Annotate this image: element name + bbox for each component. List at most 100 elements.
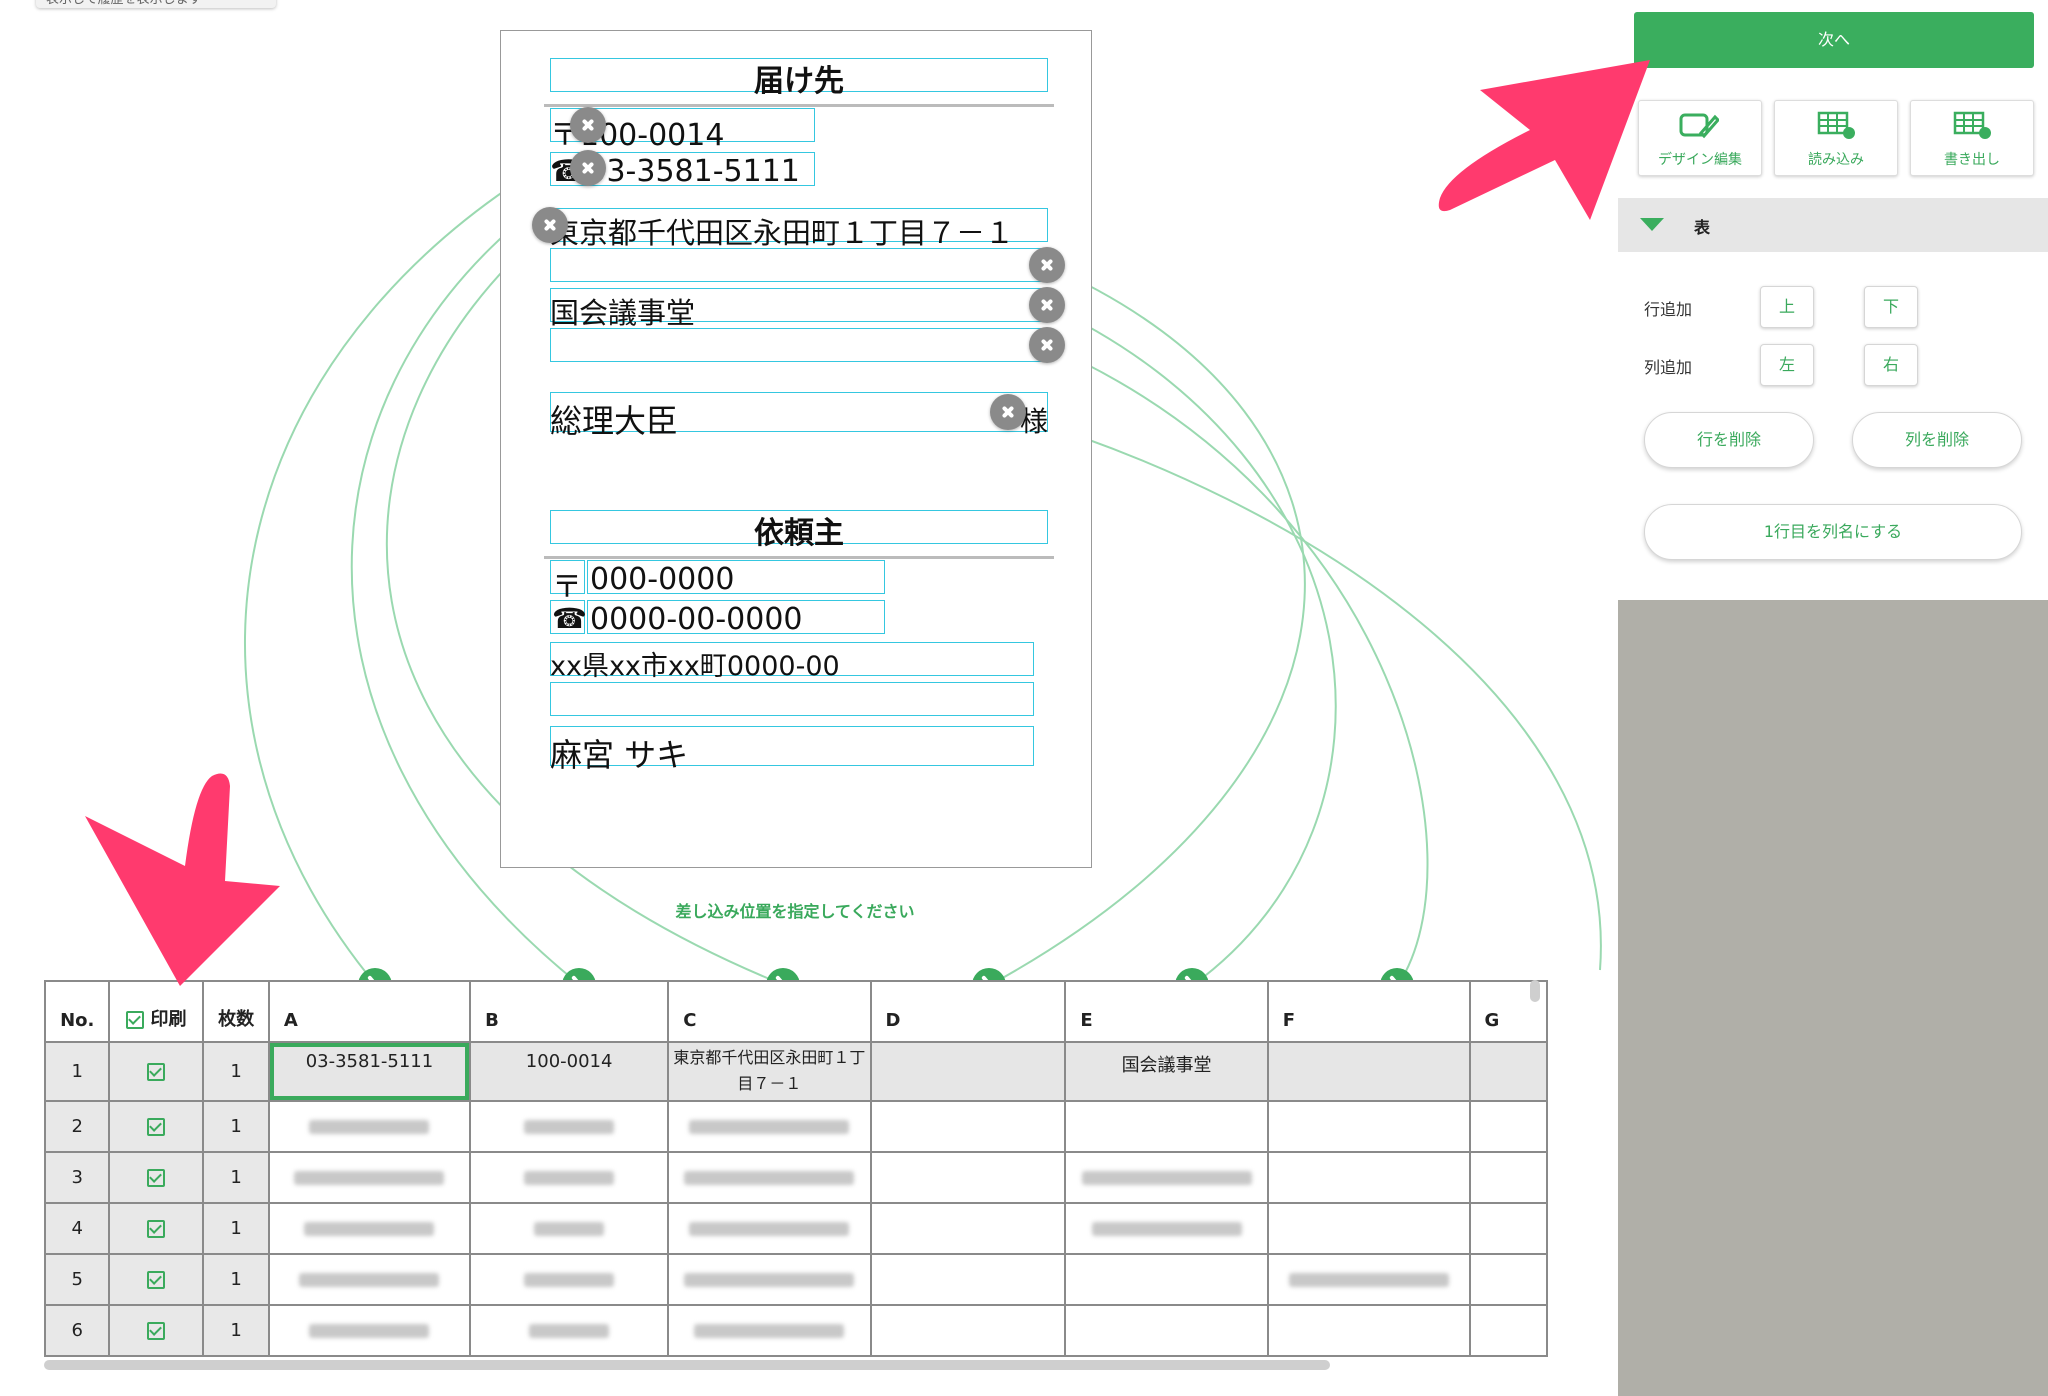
print-checkbox-icon[interactable] bbox=[147, 1271, 166, 1289]
print-checkbox-cell[interactable] bbox=[108, 1151, 205, 1204]
print-checkbox-cell[interactable] bbox=[108, 1041, 205, 1102]
empty-cell[interactable] bbox=[1064, 1304, 1269, 1357]
remove-company-mapping-icon[interactable] bbox=[1029, 287, 1065, 323]
add-row-below-button[interactable]: 下 bbox=[1864, 286, 1918, 328]
row-number: 6 bbox=[44, 1304, 111, 1357]
cell-g1[interactable] bbox=[1468, 1041, 1548, 1102]
blurred-cell[interactable] bbox=[469, 1304, 670, 1357]
remove-building-mapping-icon[interactable] bbox=[1029, 247, 1065, 283]
empty-cell[interactable] bbox=[1468, 1304, 1548, 1357]
print-checkbox-icon[interactable] bbox=[147, 1169, 166, 1187]
count-cell[interactable]: 1 bbox=[202, 1100, 270, 1153]
blurred-cell[interactable] bbox=[267, 1100, 472, 1153]
count-cell[interactable]: 1 bbox=[202, 1202, 270, 1255]
empty-cell[interactable] bbox=[1064, 1253, 1269, 1306]
header-col-e[interactable]: E bbox=[1064, 980, 1269, 1043]
blurred-cell[interactable] bbox=[469, 1100, 670, 1153]
recipient-building-field[interactable] bbox=[550, 248, 1048, 282]
blurred-cell[interactable] bbox=[1064, 1151, 1269, 1204]
blurred-cell[interactable] bbox=[469, 1253, 670, 1306]
header-col-f[interactable]: F bbox=[1266, 980, 1471, 1043]
empty-cell[interactable] bbox=[1468, 1100, 1548, 1153]
empty-cell[interactable] bbox=[1266, 1151, 1471, 1204]
recipient-dept-field[interactable] bbox=[550, 328, 1048, 362]
delete-row-button[interactable]: 行を削除 bbox=[1644, 412, 1814, 468]
empty-cell[interactable] bbox=[1266, 1100, 1471, 1153]
table-row[interactable]: 4 1 bbox=[44, 1202, 1548, 1255]
cell-d1[interactable] bbox=[869, 1041, 1067, 1102]
add-row-above-button[interactable]: 上 bbox=[1760, 286, 1814, 328]
delete-column-button[interactable]: 列を削除 bbox=[1852, 412, 2022, 468]
grid-vertical-scrollbar[interactable] bbox=[1530, 980, 1540, 1002]
empty-cell[interactable] bbox=[1064, 1100, 1269, 1153]
cell-b1[interactable]: 100-0014 bbox=[469, 1041, 670, 1102]
table-row[interactable]: 2 1 bbox=[44, 1100, 1548, 1153]
empty-cell[interactable] bbox=[1468, 1253, 1548, 1306]
empty-cell[interactable] bbox=[1468, 1151, 1548, 1204]
cell-e1[interactable]: 国会議事堂 bbox=[1064, 1041, 1269, 1102]
data-grid[interactable]: No. 印刷 枚数 A B C D E F G 1 1 03-3581-5111… bbox=[44, 980, 1548, 1376]
remove-phone-mapping-icon[interactable] bbox=[570, 150, 606, 186]
print-checkbox-icon[interactable] bbox=[147, 1118, 166, 1136]
blurred-cell[interactable] bbox=[1064, 1202, 1269, 1255]
cell-c1[interactable]: 東京都千代田区永田町１丁目７－１ bbox=[667, 1041, 872, 1102]
print-checkbox-cell[interactable] bbox=[108, 1253, 205, 1306]
table-row[interactable]: 6 1 bbox=[44, 1304, 1548, 1357]
blurred-cell[interactable] bbox=[1266, 1253, 1471, 1306]
blurred-cell[interactable] bbox=[469, 1202, 670, 1255]
header-col-b[interactable]: B bbox=[469, 980, 670, 1043]
add-column-left-button[interactable]: 左 bbox=[1760, 344, 1814, 386]
sender-building-field[interactable] bbox=[550, 682, 1034, 716]
header-col-d[interactable]: D bbox=[869, 980, 1067, 1043]
export-button[interactable]: 書き出し bbox=[1910, 100, 2034, 176]
count-cell[interactable]: 1 bbox=[202, 1253, 270, 1306]
blurred-cell[interactable] bbox=[469, 1151, 670, 1204]
empty-cell[interactable] bbox=[869, 1304, 1067, 1357]
blurred-cell[interactable] bbox=[667, 1202, 872, 1255]
remove-address-mapping-icon[interactable] bbox=[532, 207, 568, 243]
count-cell[interactable]: 1 bbox=[202, 1304, 270, 1357]
table-section-header[interactable] bbox=[1618, 198, 2048, 252]
import-button[interactable]: 読み込み bbox=[1774, 100, 1898, 176]
blurred-cell[interactable] bbox=[667, 1151, 872, 1204]
print-checkbox-cell[interactable] bbox=[108, 1100, 205, 1153]
remove-postal-mapping-icon[interactable] bbox=[570, 107, 606, 143]
first-row-as-header-button[interactable]: 1行目を列名にする bbox=[1644, 504, 2022, 560]
empty-cell[interactable] bbox=[869, 1202, 1067, 1255]
empty-cell[interactable] bbox=[869, 1100, 1067, 1153]
remove-name-mapping-icon[interactable] bbox=[990, 394, 1026, 430]
table-row[interactable]: 3 1 bbox=[44, 1151, 1548, 1204]
print-checkbox-icon[interactable] bbox=[147, 1063, 166, 1081]
blurred-cell[interactable] bbox=[267, 1304, 472, 1357]
blurred-cell[interactable] bbox=[267, 1151, 472, 1204]
next-button[interactable]: 次へ bbox=[1634, 12, 2034, 68]
blurred-cell[interactable] bbox=[267, 1202, 472, 1255]
blurred-cell[interactable] bbox=[267, 1253, 472, 1306]
print-checkbox-icon[interactable] bbox=[147, 1220, 166, 1238]
empty-cell[interactable] bbox=[869, 1253, 1067, 1306]
count-cell[interactable]: 1 bbox=[202, 1151, 270, 1204]
empty-cell[interactable] bbox=[1468, 1202, 1548, 1255]
print-checkbox-icon[interactable] bbox=[147, 1322, 166, 1340]
sender-phone-mark: ☎ bbox=[552, 602, 587, 635]
print-checkbox-cell[interactable] bbox=[108, 1304, 205, 1357]
header-col-c[interactable]: C bbox=[667, 980, 872, 1043]
add-column-label: 列追加 bbox=[1644, 358, 1693, 377]
table-row[interactable]: 5 1 bbox=[44, 1253, 1548, 1306]
empty-cell[interactable] bbox=[869, 1151, 1067, 1204]
cell-f1[interactable] bbox=[1266, 1041, 1471, 1102]
table-row[interactable]: 1 1 03-3581-5111 100-0014 東京都千代田区永田町１丁目７… bbox=[44, 1041, 1548, 1102]
cell-a1[interactable]: 03-3581-5111 bbox=[267, 1041, 472, 1102]
print-checkbox-cell[interactable] bbox=[108, 1202, 205, 1255]
sender-phone: 0000-00-0000 bbox=[590, 602, 803, 637]
blurred-cell[interactable] bbox=[667, 1304, 872, 1357]
grid-horizontal-scrollbar[interactable] bbox=[44, 1360, 1330, 1370]
empty-cell[interactable] bbox=[1266, 1202, 1471, 1255]
blurred-cell[interactable] bbox=[667, 1253, 872, 1306]
add-column-right-button[interactable]: 右 bbox=[1864, 344, 1918, 386]
blurred-cell[interactable] bbox=[667, 1100, 872, 1153]
empty-cell[interactable] bbox=[1266, 1304, 1471, 1357]
remove-dept-mapping-icon[interactable] bbox=[1029, 327, 1065, 363]
count-cell[interactable]: 1 bbox=[202, 1041, 270, 1102]
print-all-checkbox-icon[interactable] bbox=[126, 1011, 145, 1029]
